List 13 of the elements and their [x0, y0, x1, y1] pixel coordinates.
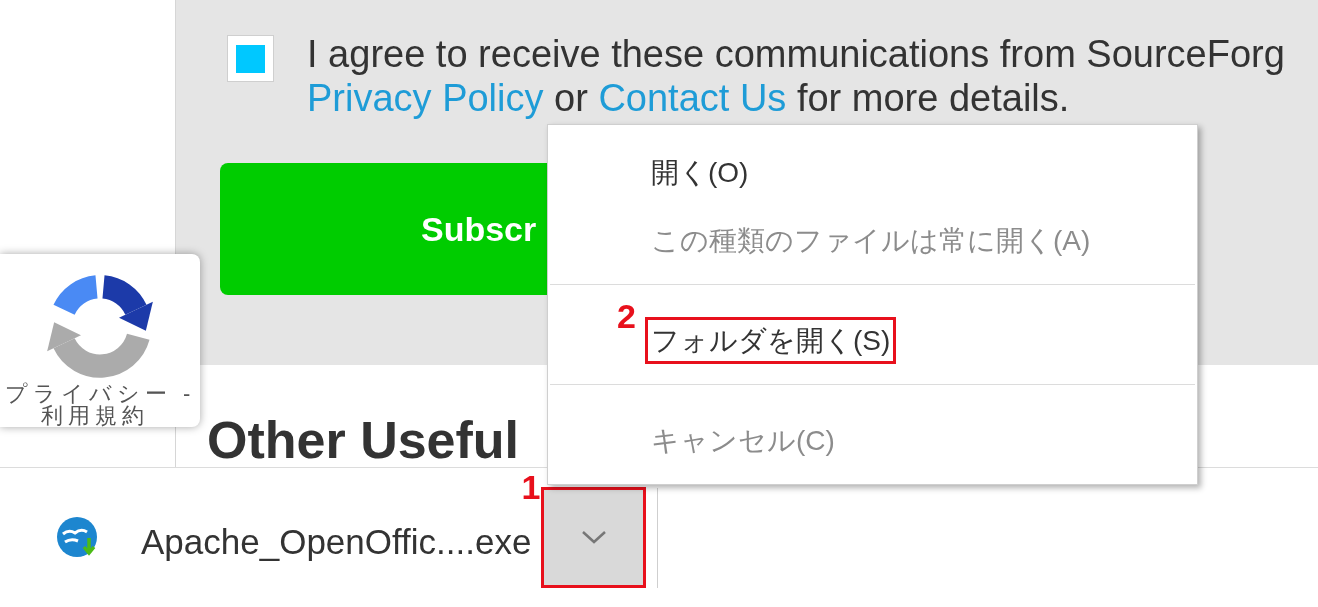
file-name[interactable]: Apache_OpenOffic....exe: [141, 521, 532, 562]
badge-link[interactable]: プライバシー -: [5, 383, 196, 405]
circular-arrows-icon: [46, 274, 154, 379]
section-heading: Other Useful: [207, 414, 520, 466]
badge-link[interactable]: 利用規約: [41, 405, 149, 427]
consent-text: I agree to receive these communications from SourceForg Privacy Policy or Contact Us for more details.: [307, 32, 1285, 120]
step-number: 2: [617, 299, 636, 332]
chevron-down-icon: [580, 530, 607, 545]
step-number: 1: [521, 471, 541, 503]
checkbox[interactable]: [227, 35, 274, 82]
file-icon: [56, 515, 100, 560]
menu-item[interactable]: 開く(O): [651, 151, 749, 193]
menu-item[interactable]: フォルダを開く(S): [651, 324, 891, 356]
